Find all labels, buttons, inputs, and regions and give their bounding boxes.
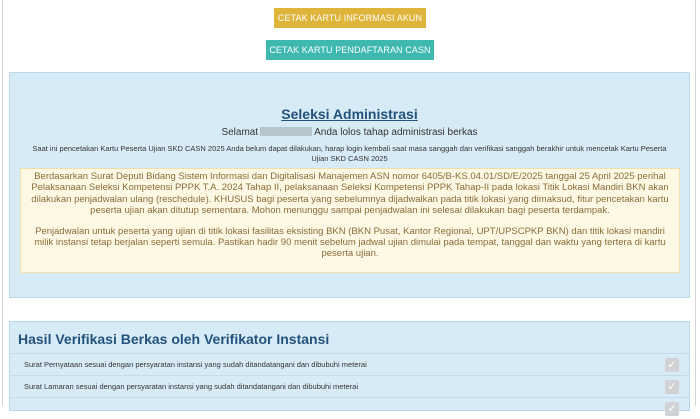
print-unavailable-note: Saat ini pencetakan Kartu Peserta Ujian …: [32, 144, 667, 163]
notice-paragraph-2: Penjadwalan untuk peserta yang ujian di …: [34, 225, 666, 260]
greeting-suffix: Anda lolos tahap administrasi berkas: [314, 127, 478, 138]
admin-title: Seleksi Administrasi: [281, 106, 418, 122]
verification-row: Surat Pernyataan sesuai dengan persyarat…: [10, 353, 689, 375]
verification-row: ✓: [10, 397, 689, 419]
verification-item-label: Surat Lamaran sesuai dengan persyaratan …: [24, 382, 358, 391]
verification-item-label: Surat Pernyataan sesuai dengan persyarat…: [24, 360, 367, 369]
check-icon: ✓: [665, 402, 679, 416]
reschedule-notice: Berdasarkan Surat Deputi Bidang Sistem I…: [20, 168, 680, 273]
verification-row: Surat Lamaran sesuai dengan persyaratan …: [10, 375, 689, 397]
check-icon: ✓: [665, 358, 679, 372]
redacted-name: [260, 127, 313, 136]
print-casn-registration-card-button[interactable]: CETAK KARTU PENDAFTARAN CASN: [266, 40, 434, 60]
verification-results-panel: Hasil Verifikasi Berkas oleh Verifikator…: [9, 321, 690, 416]
greeting-line: Selamat Anda lolos tahap administrasi ber…: [10, 127, 689, 138]
notice-paragraph-1: Berdasarkan Surat Deputi Bidang Sistem I…: [31, 171, 669, 217]
greeting-prefix: Selamat: [221, 127, 259, 138]
administrative-selection-panel: Seleksi Administrasi Selamat Anda lolos t…: [9, 72, 690, 298]
check-icon: ✓: [665, 380, 679, 394]
print-account-info-card-button[interactable]: CETAK KARTU INFORMASI AKUN: [274, 8, 426, 28]
verification-title: Hasil Verifikasi Berkas oleh Verifikator…: [18, 331, 330, 347]
